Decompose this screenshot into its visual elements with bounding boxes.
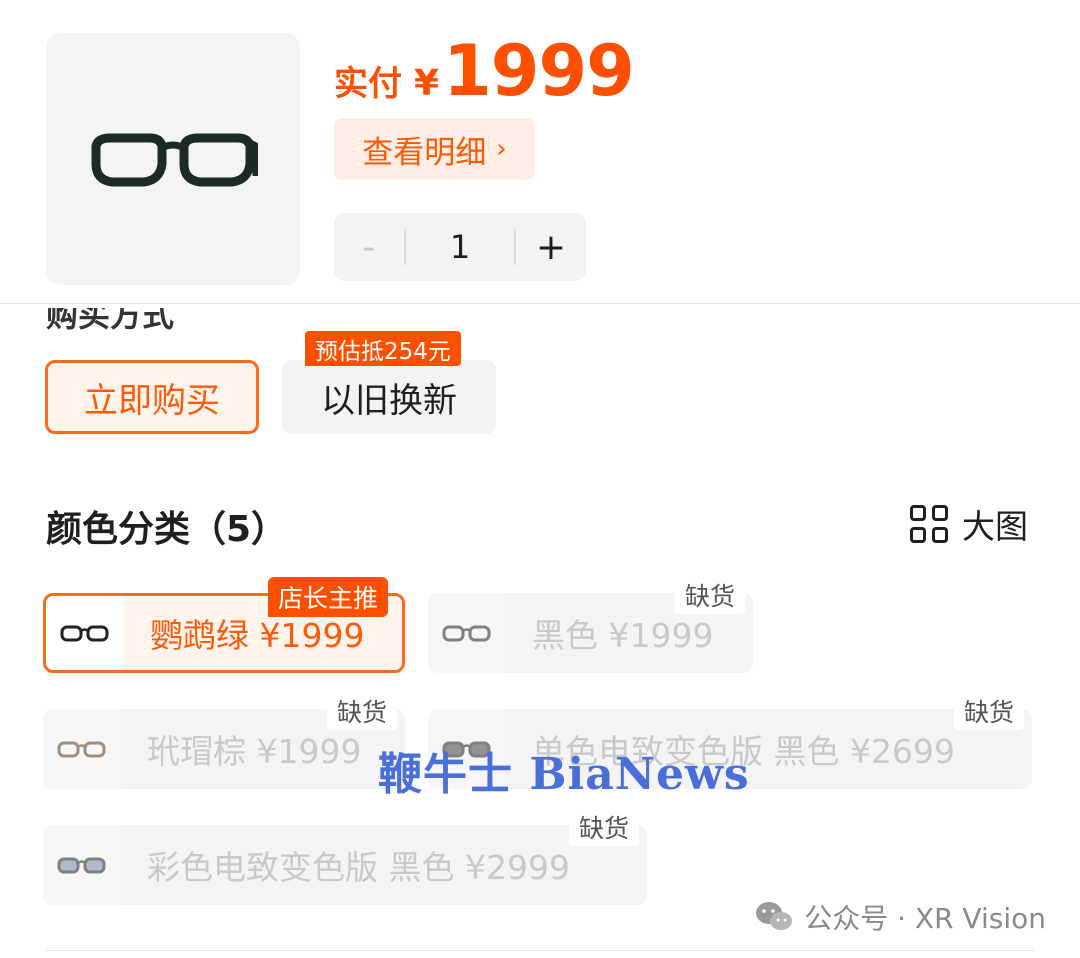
- out-of-stock-badge: 缺货: [327, 692, 398, 730]
- out-of-stock-badge: 缺货: [675, 576, 746, 614]
- header-divider: [0, 303, 1080, 304]
- variant-label: 玳瑁棕 ¥1999: [147, 732, 362, 771]
- variant-label: 彩色电致变色版 黑色 ¥2999: [147, 848, 570, 887]
- out-of-stock-badge: 缺货: [954, 692, 1025, 730]
- bottom-divider: [46, 950, 1034, 951]
- buy-now-option[interactable]: 立即购买: [45, 360, 259, 434]
- increase-quantity-button[interactable]: +: [516, 213, 586, 281]
- quantity-stepper: - 1 +: [334, 213, 586, 281]
- variant-label: 黑色 ¥1999: [532, 616, 714, 655]
- glasses-icon: [57, 857, 106, 874]
- variant-thumbnail: [43, 709, 121, 789]
- variant-thumbnail: [46, 596, 124, 670]
- grid-view-icon: [910, 505, 948, 543]
- price-currency: ¥: [414, 63, 440, 104]
- view-details-label: 查看明细: [362, 134, 487, 171]
- variant-thumbnail: [43, 825, 121, 905]
- price-display: 实付 ¥ 1999: [334, 30, 635, 112]
- wechat-icon: [756, 902, 793, 930]
- product-thumbnail[interactable]: [46, 33, 300, 285]
- decrease-quantity-button[interactable]: -: [334, 213, 404, 281]
- trade-in-estimate-badge: 预估抵254元: [305, 331, 461, 366]
- credit-text: 公众号 · XR Vision: [804, 902, 1046, 935]
- smart-glasses-icon: [91, 133, 258, 187]
- store-recommend-badge: 店长主推: [268, 577, 389, 617]
- price-value: 1999: [443, 30, 635, 112]
- price-label: 实付: [334, 64, 402, 104]
- big-view-toggle[interactable]: 大图: [910, 500, 1028, 548]
- glasses-icon: [442, 625, 491, 642]
- chevron-right-icon: ›: [496, 134, 507, 164]
- trade-in-option[interactable]: 以旧换新: [282, 360, 496, 434]
- color-category-heading: 颜色分类（5）: [46, 509, 288, 550]
- out-of-stock-badge: 缺货: [569, 808, 640, 846]
- glasses-icon: [60, 625, 109, 642]
- bianews-watermark: 鞭牛士 BiaNews: [378, 749, 750, 800]
- glasses-icon: [57, 741, 106, 758]
- big-view-label: 大图: [962, 507, 1028, 546]
- variant-thumbnail: [428, 593, 506, 673]
- color-variant-color-electrochromic-black[interactable]: 彩色电致变色版 黑色 ¥2999: [43, 825, 647, 905]
- wechat-account-credit: 公众号 · XR Vision: [754, 897, 1046, 937]
- view-details-button[interactable]: 查看明细 ›: [334, 118, 535, 180]
- quantity-value[interactable]: 1: [406, 228, 514, 266]
- purchase-method-title: 购买方式: [46, 296, 175, 334]
